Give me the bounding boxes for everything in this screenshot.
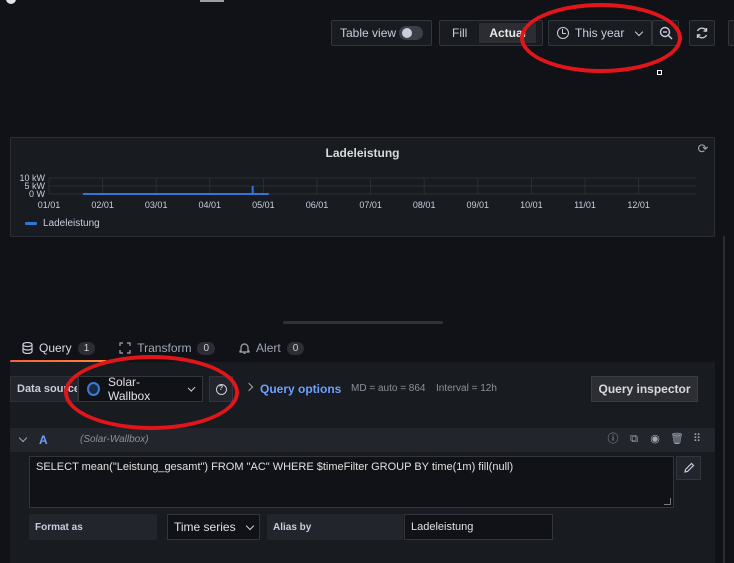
resize-grip-icon[interactable] [664,498,671,505]
toggle-switch-icon[interactable] [399,26,423,40]
drag-handle-icon[interactable]: ⠿ [691,433,703,445]
help-icon: ? [215,383,227,395]
refresh-icon [696,27,708,39]
y-tick-label: 0 W [29,189,46,199]
fill-option[interactable]: Fill [442,23,477,43]
refresh-button[interactable] [689,20,715,46]
scrollbar-track[interactable] [723,236,725,563]
datasource-name: Solar-Wallbox [107,375,151,403]
query-editor-tabs: Query 1 Transform 0 Alert 0 [10,334,316,363]
transform-icon [119,342,131,354]
database-icon [22,342,33,354]
influxdb-icon [87,382,100,396]
tab-transform-count: 0 [197,341,216,355]
tab-alert-label: Alert [256,341,281,355]
chevron-down-icon [635,27,644,36]
back-arrow-icon[interactable] [6,0,16,4]
datasource-picker[interactable]: Solar-Wallbox [78,375,203,403]
collapse-chevron-icon[interactable] [18,433,28,443]
format-as-value: Time series [174,520,236,534]
legend[interactable]: Ladeleistung [25,218,100,229]
chevron-down-icon [245,521,255,530]
tab-transform[interactable]: Transform 0 [107,334,227,362]
x-tick-label: 11/01 [574,200,596,210]
x-tick-label: 03/01 [145,200,168,210]
query-options-toggle[interactable]: Query options [260,382,341,396]
table-view-toggle[interactable]: Table view [331,20,432,46]
legend-swatch [25,222,37,225]
format-as-label: Format as [29,514,157,540]
actual-option[interactable]: Actual [479,23,537,43]
bell-icon [239,343,250,354]
query-inspector-button[interactable]: Query inspector [591,376,698,402]
chevron-right-icon[interactable] [244,382,254,392]
tab-query-label: Query [39,341,72,355]
toggle-edit-mode-button[interactable] [676,456,701,480]
tab-alert-count: 0 [286,341,305,355]
fill-actual-radio-group: Fill Actual [439,20,543,46]
x-tick-label: 07/01 [359,200,382,210]
x-tick-label: 02/01 [91,200,114,210]
dashboard-title-fragment [200,0,224,2]
trash-icon[interactable]: 🗑 [670,433,684,445]
tab-transform-label: Transform [137,341,192,355]
help-icon[interactable]: ⓘ [607,433,619,445]
chevron-down-icon [187,383,196,392]
query-datasource-hint: (Solar-Wallbox) [80,434,149,445]
tab-alert[interactable]: Alert 0 [227,334,316,362]
legend-label: Ladeleistung [43,218,100,229]
max-data-points-info: MD = auto = 864 [351,383,426,394]
table-view-label: Table view [340,26,397,40]
duplicate-icon[interactable]: ⧉ [628,433,640,445]
datasource-label: Data source [10,376,78,402]
pencil-icon [683,462,694,473]
cursor-marker [657,70,662,75]
x-tick-label: 12/01 [627,200,650,210]
toolbar-overflow-button[interactable] [728,20,734,46]
x-tick-label: 05/01 [252,200,275,210]
alias-by-input[interactable] [404,514,553,540]
eye-icon[interactable]: ◉ [649,433,661,445]
zoom-out-icon [659,26,672,40]
timeseries-chart: 10 kW5 kW0 W01/01 02/01 03/01 04/01 05/01 06/… [19,173,696,210]
tab-query[interactable]: Query 1 [10,334,108,363]
panel-preview: Ladeleistung ⟳ 10 kW 5 kW 0 W 01/01 02/01 03/… [10,137,715,237]
pane-resize-handle[interactable] [283,321,443,324]
query-editor: Data source Solar-Wallbox ? Query option… [10,362,715,563]
tab-query-count: 1 [77,341,96,355]
query-row-header[interactable]: A (Solar-Wallbox) ⓘ ⧉ ◉ 🗑 ⠿ [10,428,715,452]
x-tick-label: 10/01 [520,200,543,210]
format-as-select[interactable]: Time series [167,514,260,540]
x-tick-label: 09/01 [467,200,490,210]
x-tick-label: 01/01 [38,200,61,210]
query-row-actions: ⓘ ⧉ ◉ 🗑 ⠿ [607,433,703,445]
time-range-picker[interactable]: This year [548,20,652,46]
raw-query-text: SELECT mean("Leistung_gesamt") FROM "AC"… [36,461,514,473]
datasource-help-button[interactable]: ? [209,376,233,402]
query-ref-id[interactable]: A [39,433,48,447]
x-tick-label: 08/01 [413,200,436,210]
alias-by-label: Alias by [267,514,403,540]
zoom-out-button[interactable] [652,20,679,46]
clock-icon [557,27,569,39]
time-range-label: This year [575,26,625,40]
x-tick-label: 04/01 [199,200,222,210]
raw-query-editor[interactable]: SELECT mean("Leistung_gesamt") FROM "AC"… [29,456,674,508]
x-tick-label: 06/01 [306,200,329,210]
interval-info: Interval = 12h [436,383,497,394]
